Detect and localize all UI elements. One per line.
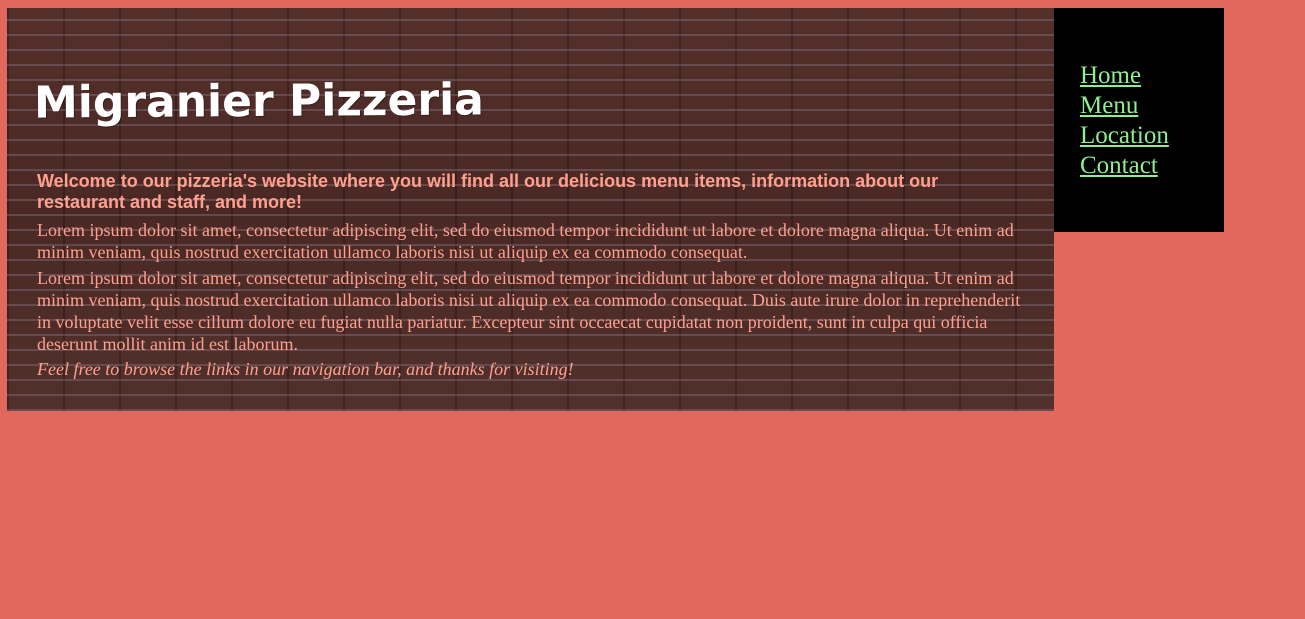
- site-title: Migranier Pizzeria: [33, 74, 485, 129]
- nav-link-contact[interactable]: Contact: [1080, 151, 1224, 181]
- navigation-bar: Home Menu Location Contact: [1054, 8, 1224, 232]
- nav-link-location[interactable]: Location: [1080, 121, 1224, 151]
- intro-paragraph-1: Lorem ipsum dolor sit amet, consectetur …: [37, 220, 1014, 262]
- nav-link-home[interactable]: Home: [1080, 61, 1224, 91]
- intro-paragraph-2: Lorem ipsum dolor sit amet, consectetur …: [37, 268, 1021, 354]
- welcome-heading: Welcome to our pizzeria's website where …: [37, 171, 939, 212]
- nav-link-menu[interactable]: Menu: [1080, 91, 1224, 121]
- main-content-panel: Migranier Pizzeria Welcome to our pizzer…: [7, 8, 1054, 411]
- closing-note: Feel free to browse the links in our nav…: [37, 359, 574, 379]
